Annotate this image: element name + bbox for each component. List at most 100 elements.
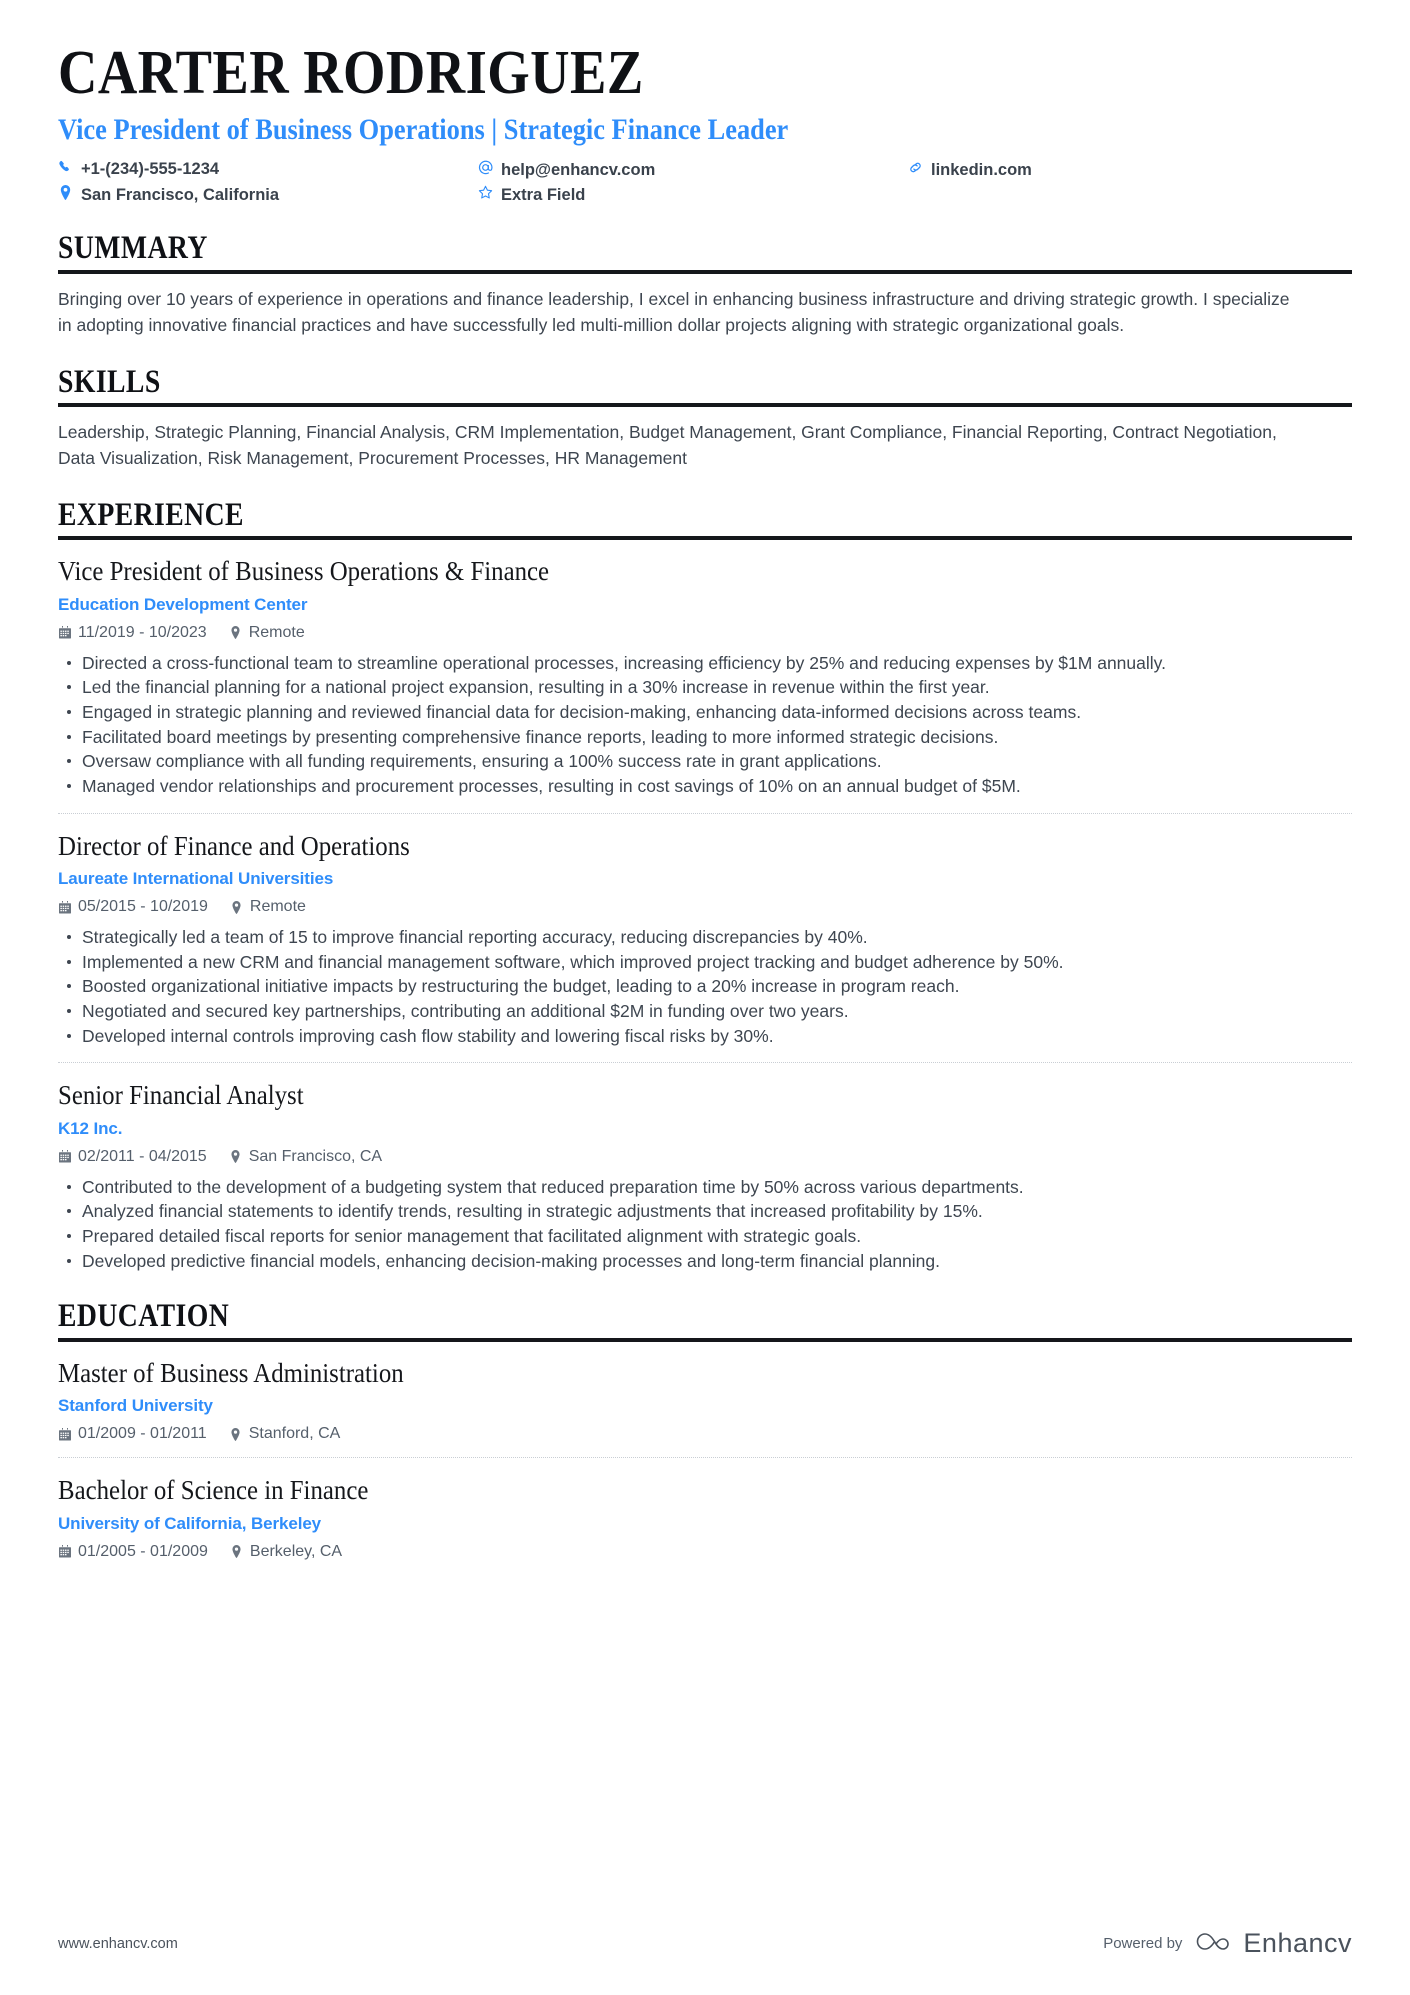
section-skills-title: SKILLS xyxy=(58,363,161,400)
job-dates-text: 02/2011 - 04/2015 xyxy=(78,1147,207,1165)
job-title: Vice President of Business Operations & … xyxy=(58,556,550,587)
experience-entry: Vice President of Business Operations & … xyxy=(58,553,1352,798)
education-meta: 01/2005 - 01/2009 Berkeley, CA xyxy=(58,1543,1352,1561)
section-skills: SKILLS Leadership, Strategic Planning, F… xyxy=(58,363,1352,472)
location-icon xyxy=(230,900,243,914)
job-meta: 11/2019 - 10/2023 Remote xyxy=(58,624,1352,642)
contact-details: +1-(234)-555-1234 help@enhancv.com linke… xyxy=(58,160,1352,205)
star-icon xyxy=(478,185,493,200)
education-location-text: Berkeley, CA xyxy=(249,1542,343,1560)
bullet-item: Directed a cross-functional team to stre… xyxy=(58,651,1308,676)
location-icon xyxy=(229,626,242,639)
contact-email-text: help@enhancv.com xyxy=(501,161,656,180)
contact-link[interactable]: linkedin.com xyxy=(908,160,1352,180)
footer-url[interactable]: www.enhancv.com xyxy=(58,1936,178,1952)
job-meta: 05/2015 - 10/2019 Remote xyxy=(58,898,1352,916)
infinity-icon xyxy=(1196,1929,1234,1958)
location-icon xyxy=(230,1545,243,1559)
education-dates-text: 01/2005 - 01/2009 xyxy=(78,1542,208,1560)
bullet-item: Engaged in strategic planning and review… xyxy=(58,700,1308,725)
skills-text: Leadership, Strategic Planning, Financia… xyxy=(58,422,1277,468)
contact-phone[interactable]: +1-(234)-555-1234 xyxy=(58,160,478,180)
job-meta: 02/2011 - 04/2015 San Francisco, CA xyxy=(58,1148,1352,1166)
experience-entry: Director of Finance and Operations Laure… xyxy=(58,812,1352,1049)
job-dates-text: 11/2019 - 10/2023 xyxy=(78,623,207,641)
contact-email[interactable]: help@enhancv.com xyxy=(478,160,908,180)
job-dates-text: 05/2015 - 10/2019 xyxy=(78,898,208,916)
bullet-item: Developed predictive financial models, e… xyxy=(58,1249,1308,1274)
education-meta: 01/2009 - 01/2011 Stanford, CA xyxy=(58,1425,1352,1443)
job-location: San Francisco, CA xyxy=(229,1148,382,1166)
page-footer: www.enhancv.com Powered by Enhancv xyxy=(58,1928,1352,1959)
school-name[interactable]: University of California, Berkeley xyxy=(58,1514,1352,1534)
job-location: Remote xyxy=(229,624,305,642)
bullet-item: Developed internal controls improving ca… xyxy=(58,1024,1308,1049)
company-name[interactable]: Laureate International Universities xyxy=(58,869,1352,889)
bullet-item: Oversaw compliance with all funding requ… xyxy=(58,749,1308,774)
section-experience: EXPERIENCE Vice President of Business Op… xyxy=(58,496,1352,1274)
bullet-item: Negotiated and secured key partnerships,… xyxy=(58,999,1308,1024)
job-location-text: Remote xyxy=(249,898,306,916)
contact-location[interactable]: San Francisco, California xyxy=(58,185,478,205)
education-location: Berkeley, CA xyxy=(230,1543,342,1561)
location-icon xyxy=(229,1150,242,1164)
contact-extra-field[interactable]: Extra Field xyxy=(478,185,908,205)
experience-entry: Senior Financial Analyst K12 Inc. 02/201… xyxy=(58,1062,1352,1273)
contact-extra-field-text: Extra Field xyxy=(501,186,586,205)
resume-header: CARTER RODRIGUEZ Vice President of Busin… xyxy=(58,39,1352,205)
bullet-item: Prepared detailed fiscal reports for sen… xyxy=(58,1224,1308,1249)
job-bullets: Directed a cross-functional team to stre… xyxy=(58,651,1352,799)
calendar-icon xyxy=(58,900,71,914)
section-education: EDUCATION Master of Business Administrat… xyxy=(58,1299,1352,1560)
candidate-headline: Vice President of Business Operations | … xyxy=(58,112,789,146)
calendar-icon xyxy=(58,1545,71,1558)
school-name[interactable]: Stanford University xyxy=(58,1396,1352,1416)
education-entry: Master of Business Administration Stanfo… xyxy=(58,1355,1352,1443)
brand-name: Enhancv xyxy=(1243,1928,1352,1958)
education-dates: 01/2009 - 01/2011 xyxy=(58,1425,207,1443)
bullet-item: Facilitated board meetings by presenting… xyxy=(58,725,1308,750)
bullet-item: Analyzed financial statements to identif… xyxy=(58,1199,1308,1224)
company-name[interactable]: K12 Inc. xyxy=(58,1119,1352,1139)
section-summary: SUMMARY Bringing over 10 years of experi… xyxy=(58,231,1352,338)
email-icon xyxy=(478,160,493,175)
job-location-text: Remote xyxy=(248,623,305,641)
bullet-item: Managed vendor relationships and procure… xyxy=(58,774,1308,799)
footer-branding: Powered by Enhancv xyxy=(1103,1928,1352,1959)
calendar-icon xyxy=(58,626,71,639)
section-summary-title: SUMMARY xyxy=(58,230,208,267)
bullet-item: Led the financial planning for a nationa… xyxy=(58,675,1308,700)
bullet-item: Strategically led a team of 15 to improv… xyxy=(58,925,1308,950)
job-bullets: Strategically led a team of 15 to improv… xyxy=(58,925,1352,1048)
location-icon xyxy=(229,1427,242,1441)
education-location-text: Stanford, CA xyxy=(248,1425,341,1443)
degree-title: Master of Business Administration xyxy=(58,1358,404,1389)
degree-title: Bachelor of Science in Finance xyxy=(58,1475,369,1506)
job-title: Director of Finance and Operations xyxy=(58,830,410,861)
experience-entries: Vice President of Business Operations & … xyxy=(58,540,1352,1273)
job-dates: 02/2011 - 04/2015 xyxy=(58,1148,207,1166)
job-location: Remote xyxy=(230,898,306,916)
bullet-item: Contributed to the development of a budg… xyxy=(58,1175,1308,1200)
enhancv-logo: Enhancv xyxy=(1196,1928,1352,1959)
link-icon xyxy=(908,160,923,175)
job-bullets: Contributed to the development of a budg… xyxy=(58,1175,1352,1274)
education-dates-text: 01/2009 - 01/2011 xyxy=(78,1425,207,1443)
job-title: Senior Financial Analyst xyxy=(58,1080,304,1111)
job-dates: 11/2019 - 10/2023 xyxy=(58,624,207,642)
powered-by-label: Powered by xyxy=(1103,1935,1183,1952)
calendar-icon xyxy=(58,1427,71,1441)
resume-page: CARTER RODRIGUEZ Vice President of Busin… xyxy=(0,0,1410,1995)
education-dates: 01/2005 - 01/2009 xyxy=(58,1543,208,1561)
contact-link-text: linkedin.com xyxy=(931,161,1032,180)
education-entries: Master of Business Administration Stanfo… xyxy=(58,1342,1352,1561)
company-name[interactable]: Education Development Center xyxy=(58,595,1352,615)
summary-text: Bringing over 10 years of experience in … xyxy=(58,289,1290,335)
job-dates: 05/2015 - 10/2019 xyxy=(58,898,208,916)
bullet-item: Implemented a new CRM and financial mana… xyxy=(58,950,1308,975)
candidate-name: CARTER RODRIGUEZ xyxy=(58,39,644,107)
bullet-item: Boosted organizational initiative impact… xyxy=(58,974,1308,999)
section-experience-title: EXPERIENCE xyxy=(58,496,244,533)
section-education-title: EDUCATION xyxy=(58,1298,230,1335)
location-icon xyxy=(58,185,73,201)
